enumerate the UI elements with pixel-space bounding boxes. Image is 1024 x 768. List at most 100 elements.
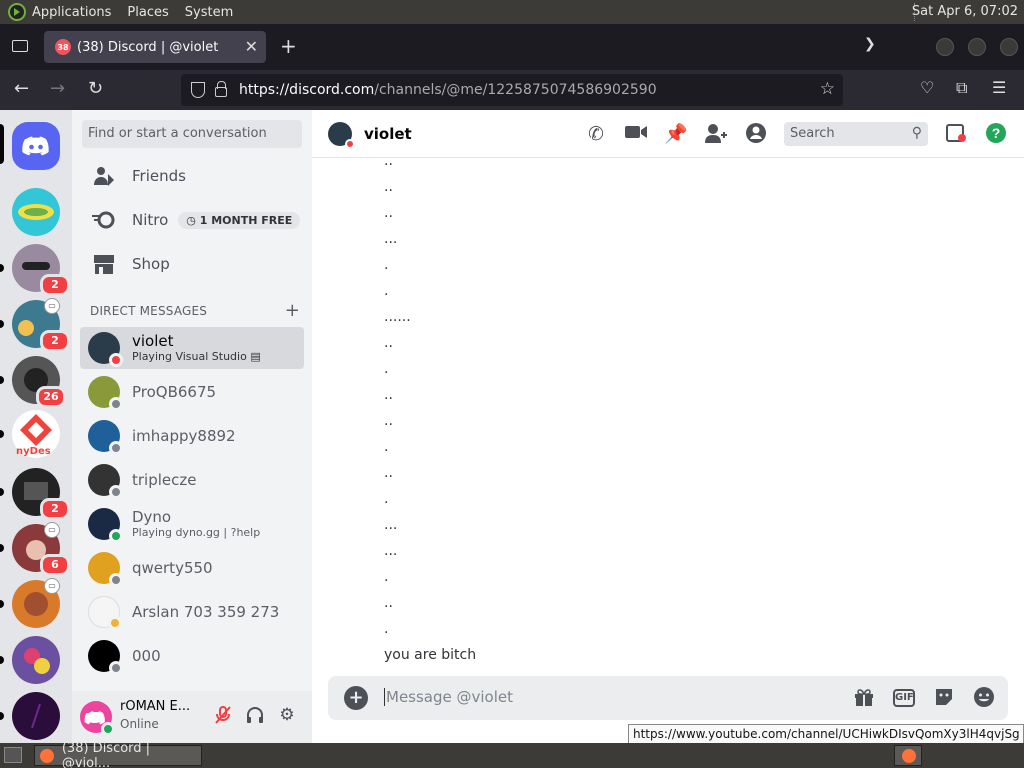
message-line: .. (384, 205, 393, 221)
mention-badge: 2 (40, 274, 70, 296)
pocket-icon[interactable]: ♡ (920, 78, 934, 97)
reload-icon[interactable]: ↻ (88, 78, 103, 99)
hamburger-menu-icon[interactable]: ☰ (992, 78, 1006, 97)
dm-item[interactable]: Dyno Playing dyno.gg | ?help (80, 503, 304, 545)
username: rOMAN E... (120, 699, 191, 714)
lock-icon[interactable] (215, 81, 227, 97)
link-status-tooltip: https://www.youtube.com/channel/UCHiwkDI… (628, 724, 1024, 744)
server-artwork-icon (18, 204, 54, 220)
server-icon[interactable] (12, 188, 60, 236)
chevron-down-icon[interactable]: ❯ (864, 36, 876, 52)
headphones-icon[interactable] (244, 705, 266, 727)
extensions-icon[interactable]: ⧉ (956, 78, 967, 98)
dm-item-violet[interactable]: violet Playing Visual Studio ▤ (80, 327, 304, 369)
dm-item[interactable]: Arslan 703 359 273 (80, 591, 304, 633)
channel-title[interactable]: violet (364, 125, 412, 143)
voice-activity-icon: ▭ (44, 578, 60, 594)
new-tab-icon[interactable]: + (280, 34, 297, 58)
emoji-icon[interactable] (972, 686, 996, 710)
dm-item[interactable]: triplecze (80, 459, 304, 501)
dnd-status-icon (345, 138, 355, 149)
clock[interactable]: Sat Apr 6, 07:02 (912, 4, 1018, 19)
forward-arrow-icon[interactable]: → (50, 78, 65, 99)
server-icon[interactable] (12, 692, 60, 740)
help-icon[interactable]: ? (984, 122, 1008, 146)
applications-menu[interactable]: Applications (32, 5, 111, 20)
pin-icon[interactable]: 📌 (664, 122, 688, 146)
nav-label: Shop (132, 255, 170, 273)
dm-item[interactable]: imhappy8892 (80, 415, 304, 457)
voice-call-icon[interactable]: ✆ (584, 122, 608, 146)
distro-logo-icon[interactable] (8, 3, 26, 21)
url-path: /channels/@me/1225875074586902590 (374, 82, 657, 98)
minimize-window-button[interactable] (936, 38, 954, 56)
dm-name: Dyno (132, 508, 172, 526)
bookmark-star-icon[interactable]: ☆ (820, 79, 835, 99)
message-line: .. (384, 335, 393, 351)
message-composer[interactable]: + Message @violet GIF (328, 676, 1008, 720)
tab-title: (38) Discord | @violet (77, 39, 219, 55)
voice-activity-icon: ▭ (44, 298, 60, 314)
add-friends-to-dm-icon[interactable] (704, 122, 728, 146)
mute-icon[interactable] (212, 705, 234, 727)
tab-discord[interactable]: 38 (38) Discord | @violet ✕ (44, 31, 266, 63)
avatar (88, 640, 123, 675)
gif-button[interactable]: GIF (893, 689, 915, 707)
browser-nav-bar: ← → ↻ https://discord.com /channels/@me/… (0, 70, 1024, 110)
dm-item[interactable]: ProQB6675 (80, 371, 304, 413)
workspace-switcher[interactable] (894, 745, 922, 766)
shop-icon (92, 252, 116, 276)
nav-label: Friends (132, 167, 186, 185)
search-input[interactable]: Search ⚲ (784, 122, 928, 146)
message-line: . (384, 283, 389, 299)
attach-plus-icon[interactable]: + (344, 686, 368, 710)
nav-nitro[interactable]: Nitro ◷ 1 MONTH FREE (80, 199, 304, 241)
mention-badge: 2 (40, 498, 70, 520)
gear-icon[interactable]: ⚙ (276, 705, 298, 727)
places-menu[interactable]: Places (127, 5, 168, 20)
message-line: .. (384, 179, 393, 195)
find-conversation-button[interactable]: Find or start a conversation (82, 120, 302, 148)
list-all-tabs-icon[interactable] (12, 40, 28, 52)
message-line: you are bitch (384, 647, 477, 663)
video-call-icon[interactable] (624, 122, 648, 146)
dm-item[interactable]: 000 (80, 635, 304, 677)
maximize-window-button[interactable] (968, 38, 986, 56)
nav-shop[interactable]: Shop (80, 243, 304, 285)
discord-app: 2 ▭ 2 26 nyDes 2 ▭ 6 ▭ Find or start a c… (0, 110, 1024, 743)
avatar (88, 552, 123, 587)
friends-icon (92, 164, 116, 188)
nav-friends[interactable]: Friends (80, 155, 304, 197)
message-line: . (384, 439, 389, 455)
offline-status-icon (109, 573, 123, 587)
server-label: nyDes (16, 446, 51, 457)
address-bar[interactable]: https://discord.com /channels/@me/122587… (181, 74, 843, 106)
taskbar-window-button[interactable]: (38) Discord | @viol... (34, 741, 202, 768)
message-line: . (384, 257, 389, 273)
inbox-icon[interactable] (944, 122, 968, 146)
unread-pill (0, 376, 4, 384)
tracking-shield-icon[interactable] (191, 82, 205, 98)
close-window-button[interactable] (1000, 38, 1018, 56)
dm-item[interactable]: qwerty550 (80, 547, 304, 589)
create-dm-icon[interactable]: + (285, 300, 300, 321)
back-arrow-icon[interactable]: ← (14, 78, 29, 99)
home-button[interactable] (12, 122, 60, 170)
message-line: . (384, 491, 389, 507)
system-menu[interactable]: System (185, 5, 233, 20)
server-icon[interactable] (12, 636, 60, 684)
dm-sidebar: Find or start a conversation Friends Nit… (72, 110, 312, 743)
server-icon[interactable]: nyDes (12, 410, 60, 458)
mention-badge: 2 (40, 330, 70, 352)
sticker-icon[interactable] (932, 686, 956, 710)
discord-favicon-icon: 38 (55, 39, 71, 55)
avatar[interactable] (80, 701, 115, 736)
nitro-icon (92, 208, 116, 232)
user-profile-icon[interactable] (744, 122, 768, 146)
gift-icon[interactable] (852, 686, 876, 710)
close-tab-icon[interactable]: ✕ (245, 37, 258, 56)
avatar[interactable] (328, 121, 355, 149)
show-desktop-icon[interactable] (4, 747, 22, 763)
message-line: .. (384, 465, 393, 481)
message-input[interactable]: Message @violet (384, 688, 513, 706)
